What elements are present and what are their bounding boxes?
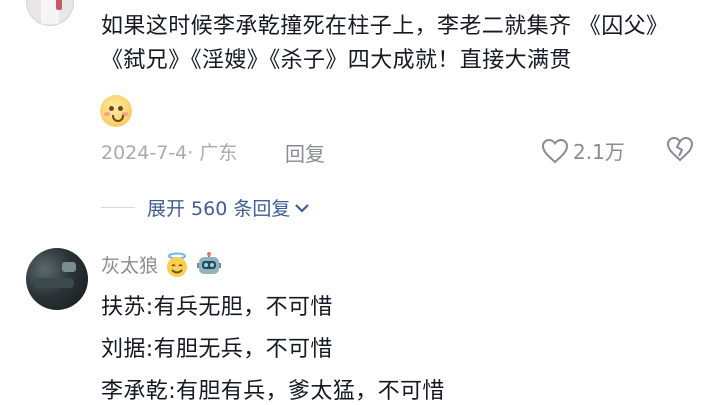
- expand-replies-label: 展开 560 条回复: [147, 198, 291, 220]
- robot-emoji-icon: [197, 251, 222, 274]
- like-button[interactable]: 2.1万: [541, 136, 625, 165]
- halo-smile-emoji-icon: [167, 252, 188, 277]
- reply-line: 刘据:有胆无兵，不可惜: [101, 337, 333, 362]
- reply-avatar[interactable]: [26, 248, 88, 310]
- avatar-detail: [62, 262, 76, 272]
- expand-replies-button[interactable]: 展开 560 条回复: [101, 194, 310, 221]
- chevron-down-icon: [295, 203, 310, 213]
- comment-date-location: 2024-7-4· 广东: [101, 142, 238, 164]
- heart-icon: [541, 138, 569, 163]
- reply-button[interactable]: 回复: [285, 138, 325, 167]
- commenter-avatar[interactable]: [26, 0, 74, 26]
- comment-body: 如果这时候李承乾撞死在柱子上，李老二就集齐 《囚父》《弑兄》《淫嫂》《杀子》四大…: [101, 14, 669, 73]
- blushing-face-emoji-icon: [100, 95, 132, 127]
- avatar-accent: [56, 0, 62, 10]
- reply-line: 李承乾:有胆有兵，爹太猛，不可惜: [101, 379, 445, 404]
- username[interactable]: 灰太狼: [101, 251, 158, 278]
- avatar-detail: [34, 278, 74, 288]
- reply-line: 扶苏:有兵无胆，不可惜: [101, 295, 333, 320]
- reply-username-row: 灰太狼: [101, 251, 222, 278]
- dislike-button[interactable]: [666, 136, 694, 166]
- divider-line: [101, 207, 135, 208]
- like-count: 2.1万: [573, 140, 625, 164]
- broken-heart-icon: [666, 136, 694, 162]
